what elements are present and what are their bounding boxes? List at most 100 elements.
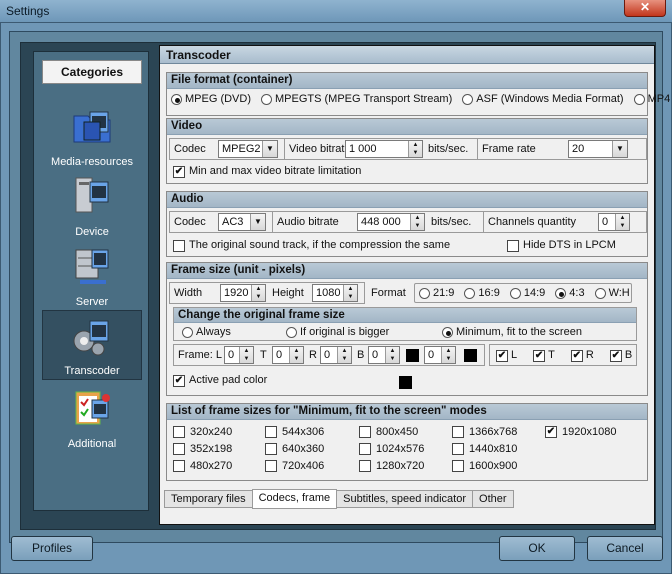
spin-arrows-icon[interactable]: ▲ ▼ (385, 347, 399, 363)
cancel-button[interactable]: Cancel (587, 536, 663, 561)
size-label: 1280x720 (376, 460, 425, 472)
width-input[interactable]: 1920 ▲ ▼ (220, 284, 266, 302)
size-checkbox[interactable] (452, 443, 464, 455)
spin-arrows-icon[interactable]: ▲ ▼ (337, 347, 351, 363)
radio-label: 21:9 (433, 287, 455, 299)
combo-value: 20 (572, 143, 585, 155)
audio-codec-select[interactable]: AC3 ▼ (218, 213, 266, 231)
radio-w-h[interactable] (594, 288, 606, 299)
size-item[interactable]: 1366x768 (452, 426, 517, 438)
size-checkbox[interactable] (265, 443, 277, 455)
radio-mpeg-dvd[interactable] (171, 94, 182, 105)
category-additional[interactable]: Additional (42, 382, 142, 452)
size-checkbox[interactable]: ✔ (545, 426, 557, 438)
close-icon[interactable]: ✕ (624, 0, 666, 17)
original-track-checkbox[interactable] (173, 239, 185, 252)
size-item[interactable]: 640x360 (265, 443, 324, 455)
pad-color-swatch-2[interactable] (464, 349, 477, 362)
radio-mp4[interactable] (633, 94, 645, 105)
group-title: List of frame sizes for "Minimum, fit to… (167, 404, 647, 420)
frame-l-input[interactable]: 0 ▲ ▼ (224, 346, 254, 364)
frame-b-input[interactable]: 0 ▲ ▼ (368, 346, 400, 364)
size-item[interactable]: 352x198 (173, 443, 232, 455)
size-checkbox[interactable] (452, 426, 464, 438)
radio-4-3[interactable] (555, 288, 567, 299)
hide-dts-checkbox[interactable] (507, 239, 519, 252)
minmax-label: Min and max video bitrate limitation (189, 165, 362, 177)
combo-value: MPEG2 (222, 143, 261, 155)
size-checkbox[interactable] (359, 443, 371, 455)
spin-arrows-icon[interactable]: ▲ ▼ (239, 347, 253, 363)
tab-other[interactable]: Other (472, 490, 514, 508)
radio-asf[interactable] (462, 94, 474, 105)
video-bitrate-input[interactable]: 1 000 ▲ ▼ (345, 140, 423, 158)
spin-arrows-icon[interactable]: ▲ ▼ (408, 141, 422, 157)
size-checkbox[interactable] (173, 443, 185, 455)
tab-temporary-files[interactable]: Temporary files (164, 490, 253, 508)
frame-t-input[interactable]: 0 ▲ ▼ (272, 346, 304, 364)
video-codec-select[interactable]: MPEG2 ▼ (218, 140, 278, 158)
chevron-down-icon: ▼ (250, 214, 265, 230)
radio-label: ASF (Windows Media Format) (476, 93, 624, 105)
spin-arrows-icon[interactable]: ▲ ▼ (441, 347, 455, 363)
tab-codecs-frame[interactable]: Codecs, frame (251, 489, 338, 509)
tab-subtitles[interactable]: Subtitles, speed indicator (336, 490, 474, 508)
hide-dts-label: Hide DTS in LPCM (523, 239, 616, 251)
spin-arrows-icon[interactable]: ▲ ▼ (289, 347, 303, 363)
radio-16-9[interactable] (464, 288, 476, 299)
size-checkbox[interactable] (265, 460, 277, 472)
radio-21-9[interactable] (419, 288, 430, 299)
check-bottom[interactable]: ✔ (609, 349, 622, 362)
audio-bitrate-input[interactable]: 448 000 ▲ ▼ (357, 213, 425, 231)
size-checkbox[interactable] (173, 460, 185, 472)
spin-arrows-icon[interactable]: ▲ ▼ (410, 214, 424, 230)
framerate-select[interactable]: 20 ▼ (568, 140, 628, 158)
active-pad-swatch[interactable] (399, 376, 412, 389)
frame-extra-input[interactable]: 0 ▲ ▼ (424, 346, 456, 364)
check-right[interactable]: ✔ (570, 349, 583, 362)
size-item[interactable]: 1440x810 (452, 443, 517, 455)
category-transcoder[interactable]: Transcoder (42, 310, 142, 380)
size-item[interactable]: 1600x900 (452, 460, 517, 472)
category-label: Media-resources (51, 156, 133, 168)
channels-input[interactable]: 0 ▲ ▼ (598, 213, 630, 231)
size-checkbox[interactable] (265, 426, 277, 438)
category-media-resources[interactable]: Media-resources (42, 100, 142, 170)
spin-arrows-icon[interactable]: ▲ ▼ (251, 285, 265, 301)
category-server[interactable]: Server (42, 240, 142, 310)
check-left[interactable]: ✔ (496, 349, 508, 362)
frame-r-input[interactable]: 0 ▲ ▼ (320, 346, 352, 364)
radio-if-bigger[interactable] (286, 327, 297, 338)
radio-mpegts[interactable] (261, 94, 272, 105)
size-checkbox[interactable] (173, 426, 185, 438)
active-pad-checkbox[interactable]: ✔ (173, 374, 185, 387)
change-always: Always (182, 326, 231, 339)
spin-arrows-icon[interactable]: ▲ ▼ (343, 285, 357, 301)
size-item[interactable]: 800x450 (359, 426, 418, 438)
size-item[interactable]: 320x240 (173, 426, 232, 438)
client-area: Categories Media-resources Device Server (9, 31, 670, 543)
height-input[interactable]: 1080 ▲ ▼ (312, 284, 358, 302)
size-item[interactable]: 1280x720 (359, 460, 424, 472)
radio-always[interactable] (182, 327, 193, 338)
size-item[interactable]: 1024x576 (359, 443, 424, 455)
size-checkbox[interactable] (452, 460, 464, 472)
size-item[interactable]: ✔ 1920x1080 (545, 426, 616, 438)
size-item[interactable]: 720x406 (265, 460, 324, 472)
size-item[interactable]: 480x270 (173, 460, 232, 472)
check-top[interactable]: ✔ (533, 349, 546, 362)
radio-minimum-fit[interactable] (442, 327, 453, 338)
pad-color-swatch[interactable] (406, 349, 419, 362)
size-checkbox[interactable] (359, 460, 371, 472)
size-item[interactable]: 544x306 (265, 426, 324, 438)
profiles-button[interactable]: Profiles (11, 536, 93, 561)
spin-arrows-icon[interactable]: ▲ ▼ (615, 214, 629, 230)
frame-l-label: Frame: L (178, 349, 223, 361)
ok-button[interactable]: OK (499, 536, 575, 561)
side-checks-row: ✔ L ✔ T ✔ R ✔ B (496, 349, 632, 362)
radio-14-9[interactable] (509, 288, 521, 299)
size-checkbox[interactable] (359, 426, 371, 438)
category-device[interactable]: Device (42, 170, 142, 240)
minmax-checkbox[interactable]: ✔ (173, 165, 185, 178)
file-format-options: MPEG (DVD) MPEGTS (MPEG Transport Stream… (171, 93, 670, 106)
